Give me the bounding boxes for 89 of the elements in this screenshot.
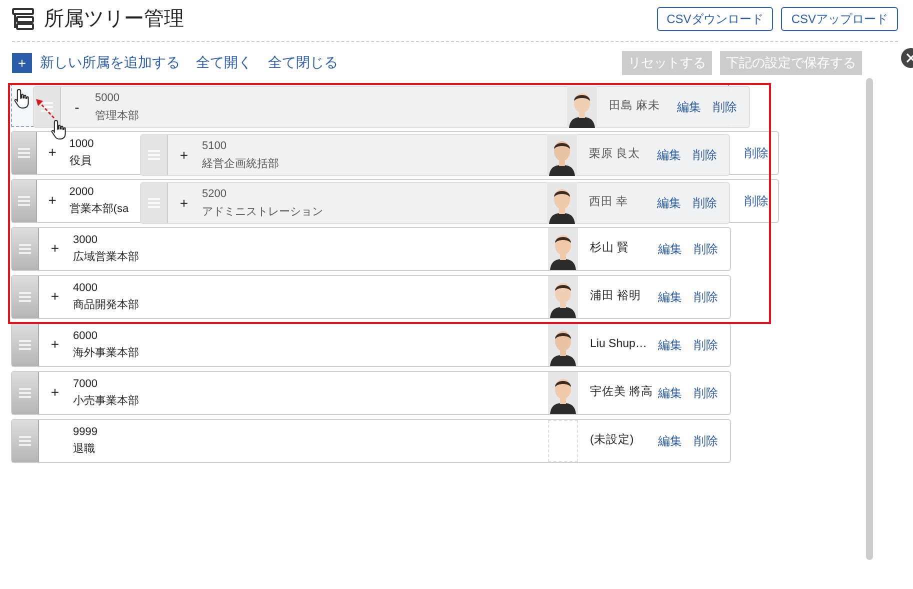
department-code: 2000 (69, 186, 94, 198)
csv-button[interactable]: CSVダウンロード (656, 7, 774, 31)
toggle-sign[interactable]: + (50, 288, 60, 304)
menu-icon (18, 196, 30, 206)
department-code: 9999 (73, 426, 98, 438)
drag-handle[interactable] (141, 135, 168, 175)
department-name: アドミニストレーション (202, 206, 323, 218)
toggle-sign[interactable]: + (50, 336, 60, 352)
expand-all-link[interactable]: 全て開く (196, 52, 252, 74)
toggle-sign[interactable]: - (74, 98, 80, 114)
menu-icon (19, 292, 31, 302)
delete-link[interactable]: 削除 (694, 336, 730, 354)
department-name: 広域営業本部 (73, 251, 139, 264)
department-name: 役員 (69, 155, 92, 168)
drag-handle[interactable] (141, 183, 168, 223)
close-icon[interactable] (900, 47, 913, 69)
edit-link[interactable]: 編集 (657, 194, 693, 212)
dragged-child-row[interactable]: + 5100 経営企画統括部 栗原 良太 編集 削除 (140, 134, 730, 176)
edit-link[interactable]: 編集 (677, 98, 713, 116)
toggle-sign[interactable]: + (50, 384, 60, 400)
manager-name: Liu Shup… (590, 336, 648, 352)
toggle-sign[interactable]: + (48, 192, 56, 208)
department-code: 1000 (69, 138, 94, 150)
add-button[interactable]: + (12, 52, 32, 73)
department-name: 営業本部(sa (69, 203, 129, 216)
delete-link[interactable]: 削除 (694, 288, 730, 306)
department-code: 5000 (95, 92, 120, 104)
edit-link[interactable]: 編集 (658, 240, 694, 258)
delete-link[interactable]: 削除 (744, 192, 778, 210)
drag-handle[interactable] (12, 372, 39, 414)
menu-icon (18, 148, 30, 158)
drag-handle[interactable] (34, 87, 61, 127)
edit-link[interactable]: 編集 (658, 432, 694, 450)
manager-name: (未設定) (590, 432, 635, 448)
menu-icon (148, 198, 160, 208)
delete-link[interactable]: 削除 (693, 194, 729, 212)
manager-name: 杉山 賢 (590, 240, 630, 256)
edit-link[interactable]: 編集 (658, 336, 694, 354)
add-link[interactable]: 新しい所属を追加する (40, 52, 180, 74)
department-code: 5100 (202, 140, 226, 152)
department-code: 4000 (73, 282, 98, 294)
edit-link[interactable]: 編集 (658, 384, 694, 402)
delete-link[interactable]: 削除 (694, 240, 730, 258)
toggle-sign[interactable]: + (48, 144, 56, 160)
menu-icon (19, 244, 31, 254)
manager-name: 栗原 良太 (589, 146, 642, 162)
collapse-all-link[interactable]: 全て閉じる (268, 52, 338, 74)
toggle-sign[interactable]: + (50, 240, 60, 256)
drag-arrow-icon (33, 96, 57, 120)
manager-name: 浦田 裕明 (590, 288, 642, 304)
department-name: 海外事業本部 (73, 347, 139, 360)
dragged-row[interactable]: - 5000 管理本部 田島 麻未 編集 削除 (33, 86, 750, 128)
menu-icon (19, 340, 31, 350)
department-name: 小売事業本部 (73, 395, 139, 408)
manager-name: 西田 幸 (589, 194, 630, 210)
menu-icon (148, 150, 160, 160)
delete-link[interactable]: 削除 (713, 98, 749, 116)
manager-name: 田島 麻未 (609, 98, 662, 114)
toggle-sign[interactable]: + (180, 146, 188, 162)
delete-link[interactable]: 削除 (694, 432, 730, 450)
department-name: 退職 (73, 443, 95, 456)
drag-handle[interactable] (12, 180, 38, 222)
drag-handle[interactable] (12, 276, 39, 318)
department-name: 商品開発本部 (73, 299, 139, 312)
department-name: 経営企画統括部 (202, 158, 279, 170)
tree-icon (12, 8, 36, 30)
delete-link[interactable]: 削除 (693, 146, 729, 164)
department-name: 管理本部 (95, 110, 139, 122)
delete-link[interactable]: 削除 (694, 384, 730, 402)
csv-button[interactable]: CSVアップロード (781, 7, 898, 31)
drag-handle[interactable] (12, 132, 38, 174)
department-code: 3000 (73, 234, 98, 246)
menu-icon (19, 388, 31, 398)
department-code: 5200 (202, 188, 226, 200)
dragged-child-row[interactable]: + 5200 アドミニストレーション 西田 幸 編集 削除 (140, 182, 730, 224)
edit-link[interactable]: 編集 (657, 146, 693, 164)
delete-link[interactable]: 削除 (744, 144, 778, 162)
scrollbar[interactable] (866, 78, 873, 560)
page-title: 所属ツリー管理 (44, 7, 184, 31)
menu-icon (19, 436, 31, 446)
department-code: 7000 (73, 378, 98, 390)
toggle-sign[interactable]: + (180, 194, 188, 210)
edit-link[interactable]: 編集 (658, 288, 694, 306)
menu-icon (41, 102, 53, 112)
drag-handle[interactable] (12, 228, 39, 270)
drag-handle[interactable] (12, 324, 39, 366)
manager-name: 宇佐美 將高 (590, 384, 654, 400)
drag-handle[interactable] (12, 420, 39, 462)
department-code: 6000 (73, 330, 98, 342)
